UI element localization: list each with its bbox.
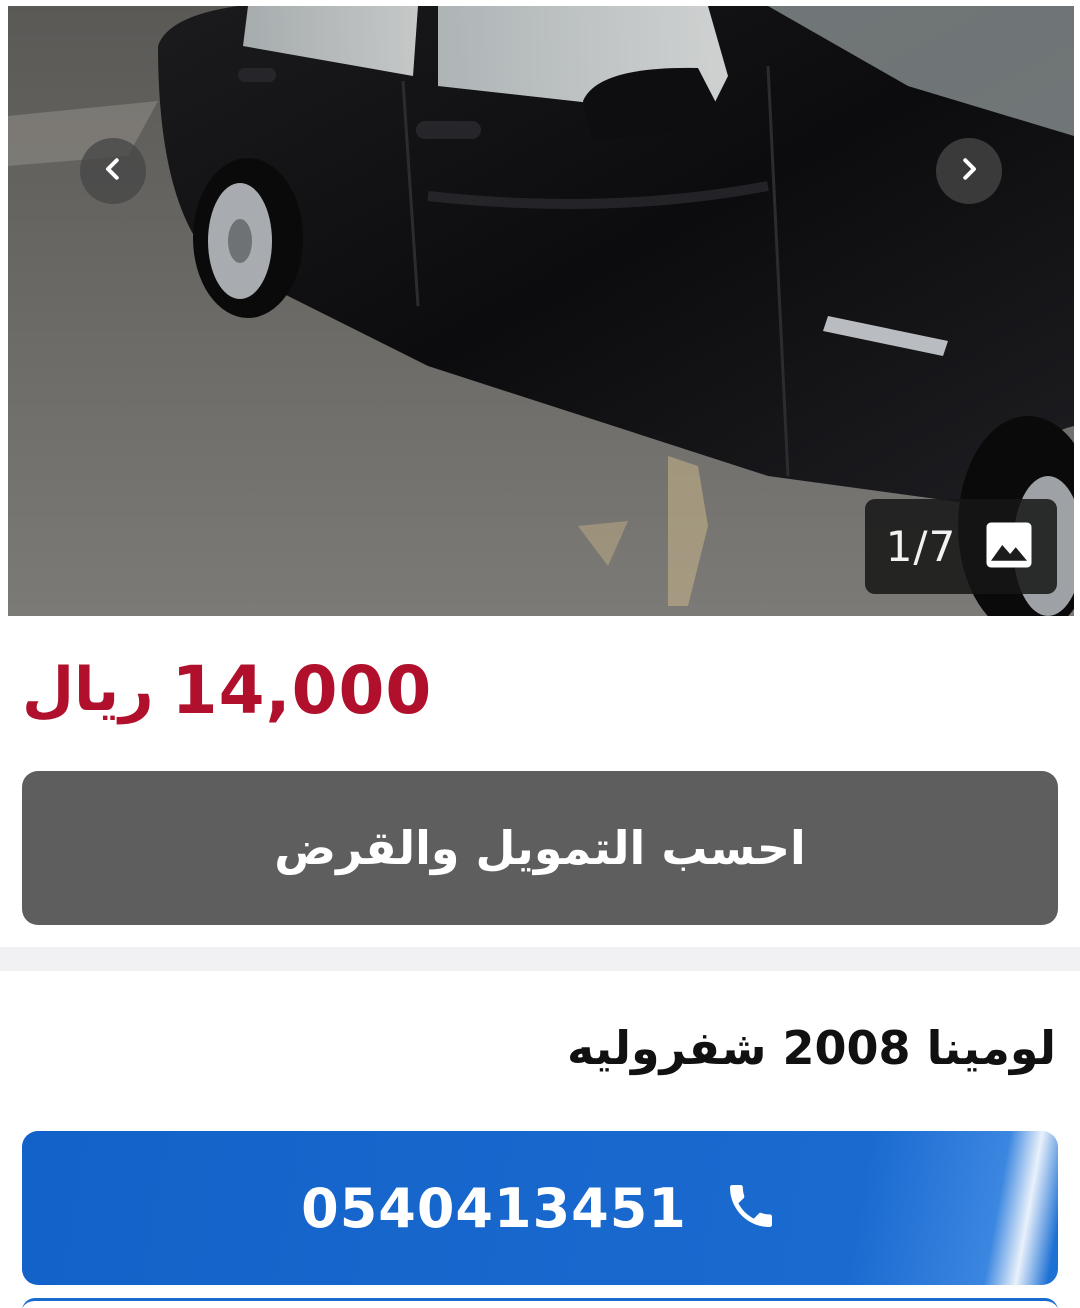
next-image-button[interactable] xyxy=(936,138,1002,204)
next-button-edge xyxy=(22,1298,1058,1308)
phone-number: 0540413451 xyxy=(301,1176,687,1240)
section-divider xyxy=(0,947,1080,971)
calculate-finance-button[interactable]: احسب التمويل والقرض xyxy=(22,771,1058,925)
call-seller-button[interactable]: 0540413451 xyxy=(22,1131,1058,1285)
previous-image-button[interactable] xyxy=(80,138,146,204)
image-counter-text: 1/7 xyxy=(885,522,957,571)
chevron-left-icon xyxy=(98,154,128,188)
listing-price: ريال 14,000 xyxy=(22,640,432,740)
price-amount: 14,000 xyxy=(171,651,433,729)
image-counter[interactable]: 1/7 xyxy=(865,499,1057,594)
image-icon xyxy=(982,518,1036,576)
chevron-right-icon xyxy=(954,154,984,188)
price-currency: ريال xyxy=(22,655,154,725)
listing-title: لومينا 2008 شفروليه xyxy=(567,1021,1056,1075)
car-listing-page: 1/7 ريال 14,000 احسب التمويل والقرض لومي… xyxy=(0,0,1080,1308)
image-gallery[interactable]: 1/7 xyxy=(8,6,1074,616)
phone-icon xyxy=(723,1178,779,1238)
